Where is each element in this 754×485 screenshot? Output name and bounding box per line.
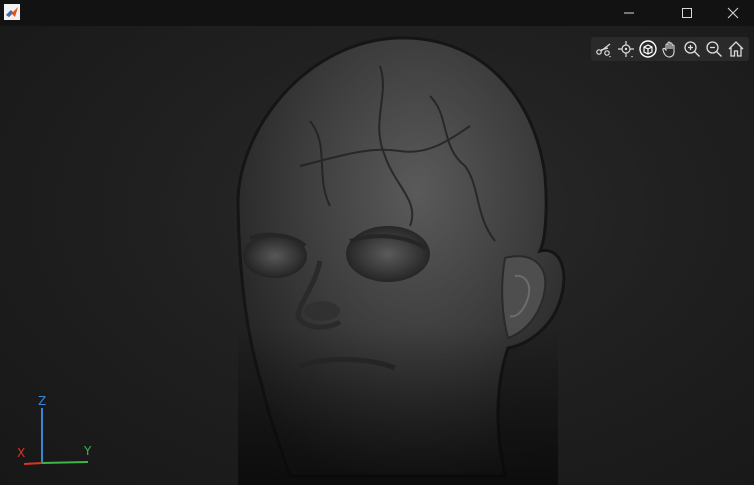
datatip-button[interactable] <box>615 38 637 60</box>
minimize-button[interactable] <box>606 0 652 26</box>
maximize-icon <box>682 8 692 18</box>
zoom-in-icon <box>684 41 700 57</box>
zoom-out-button[interactable] <box>703 38 725 60</box>
y-axis-line <box>41 461 89 464</box>
y-axis-label: Y <box>84 444 92 458</box>
close-button[interactable] <box>710 0 754 26</box>
brush-button[interactable] <box>593 38 615 60</box>
matlab-icon <box>4 4 20 20</box>
pan-button[interactable] <box>659 38 681 60</box>
volume-viewport[interactable]: Z X Y <box>0 26 754 485</box>
maximize-button[interactable] <box>664 0 710 26</box>
minimize-icon <box>624 12 634 14</box>
brush-icon <box>596 43 611 58</box>
home-icon <box>728 41 744 57</box>
pan-hand-icon <box>662 41 675 58</box>
x-axis-line <box>23 462 43 465</box>
z-axis-label: Z <box>38 394 47 408</box>
window-titlebar <box>0 0 754 26</box>
zoom-in-button[interactable] <box>681 38 703 60</box>
home-button[interactable] <box>725 38 747 60</box>
x-axis-label: X <box>17 446 26 460</box>
close-icon <box>727 7 739 19</box>
zoom-out-icon <box>706 41 722 57</box>
volume-rendering <box>236 36 566 485</box>
axes-lines <box>23 408 89 465</box>
axes-toolbar <box>591 37 749 61</box>
datatip-icon <box>618 41 634 58</box>
rotate-3d-icon <box>639 40 657 58</box>
axes-orientation-indicator: Z X Y <box>14 392 104 472</box>
rotate-3d-button[interactable] <box>637 38 659 60</box>
